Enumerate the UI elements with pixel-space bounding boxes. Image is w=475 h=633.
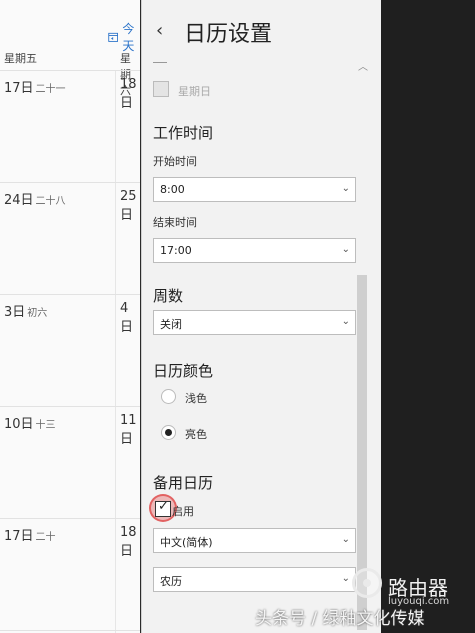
chevron-down-icon: ⌄ (341, 573, 350, 584)
lunar-date: 二十 (35, 532, 56, 543)
bright-color-label: 亮色 (185, 428, 207, 441)
bright-color-radio[interactable] (161, 425, 176, 440)
lunar-date: 二十八 (35, 196, 66, 207)
today-button[interactable]: 今天 (108, 20, 140, 54)
week-numbers-select[interactable]: 关闭 ⌄ (153, 310, 356, 335)
enable-alternate-checkbox[interactable]: ✓ (155, 499, 171, 517)
day-cell-date[interactable]: 24日 二十八 (4, 189, 66, 208)
week-numbers-value: 关闭 (160, 318, 182, 331)
day-cell-date[interactable]: 17日 二十 (4, 525, 56, 544)
week-row[interactable]: 17日 二十 18日 (0, 519, 140, 631)
alternate-calendar-heading: 备用日历 (153, 474, 214, 492)
start-time-label: 开始时间 (153, 155, 197, 168)
light-color-label: 浅色 (185, 392, 207, 405)
start-time-select[interactable]: 8:00 ⌄ (153, 177, 356, 202)
scroll-up-icon[interactable]: ︿ (358, 58, 368, 73)
sunday-label: 星期日 (178, 85, 211, 98)
today-label: 今天 (122, 22, 135, 53)
panel-title: 日历设置 (184, 22, 273, 47)
desktop-background (381, 0, 475, 633)
day-cell-date[interactable]: 11日 (120, 413, 140, 447)
lunar-date: 十三 (35, 420, 56, 431)
light-color-radio[interactable] (161, 389, 176, 404)
divider (153, 62, 167, 63)
calendar-today-icon (108, 32, 119, 42)
end-time-label: 结束时间 (153, 216, 197, 229)
start-time-value: 8:00 (160, 183, 185, 196)
sunday-checkbox[interactable] (153, 81, 169, 97)
calendar-color-heading: 日历颜色 (153, 362, 214, 380)
back-button[interactable]: ‹ (156, 20, 163, 41)
week-row[interactable]: 3日 初六 4日 (0, 295, 140, 407)
router-logo-icon (352, 568, 382, 598)
alternate-type-select[interactable]: 农历 ⌄ (153, 567, 356, 592)
end-time-value: 17:00 (160, 244, 192, 257)
chevron-down-icon: ⌄ (341, 534, 350, 545)
calendar-settings-panel: ‹ 日历设置 ︿ 星期日 工作时间 开始时间 8:00 ⌄ 结束时间 17:00… (141, 0, 381, 633)
alternate-type-value: 农历 (160, 575, 182, 588)
day-cell-date[interactable]: 4日 (120, 301, 140, 335)
alternate-language-value: 中文(简体) (160, 536, 213, 549)
enable-alternate-label: 启用 (172, 505, 194, 518)
week-numbers-heading: 周数 (153, 287, 184, 305)
calendar-view: 今天 星期五 星期六 17日 二十一 18日 24日 二十八 25日 3日 初六 4日… (0, 0, 140, 633)
week-row[interactable]: 10日 十三 11日 (0, 407, 140, 519)
chevron-down-icon: ⌄ (341, 244, 350, 255)
work-time-heading: 工作时间 (153, 124, 214, 142)
lunar-date: 二十一 (35, 84, 66, 95)
day-cell-date[interactable]: 17日 二十一 (4, 77, 66, 96)
day-cell-date[interactable]: 25日 (120, 189, 140, 223)
day-cell-date[interactable]: 18日 (120, 525, 140, 559)
day-header-friday: 星期五 (4, 52, 37, 65)
day-cell-date[interactable]: 18日 (120, 77, 140, 111)
checkmark-icon: ✓ (158, 499, 169, 514)
chevron-down-icon: ⌄ (341, 316, 350, 327)
watermark-caption: 头条号 / 绿釉文化传媒 (255, 609, 425, 629)
end-time-select[interactable]: 17:00 ⌄ (153, 238, 356, 263)
chevron-down-icon: ⌄ (341, 183, 350, 194)
week-row[interactable]: 24日 二十八 25日 (0, 183, 140, 295)
day-cell-date[interactable]: 10日 十三 (4, 413, 56, 432)
lunar-date: 初六 (27, 308, 48, 319)
day-cell-date[interactable]: 3日 初六 (4, 301, 47, 320)
chevron-left-icon: ‹ (156, 20, 164, 41)
alternate-language-select[interactable]: 中文(简体) ⌄ (153, 528, 356, 553)
week-row[interactable]: 17日 二十一 18日 (0, 71, 140, 183)
